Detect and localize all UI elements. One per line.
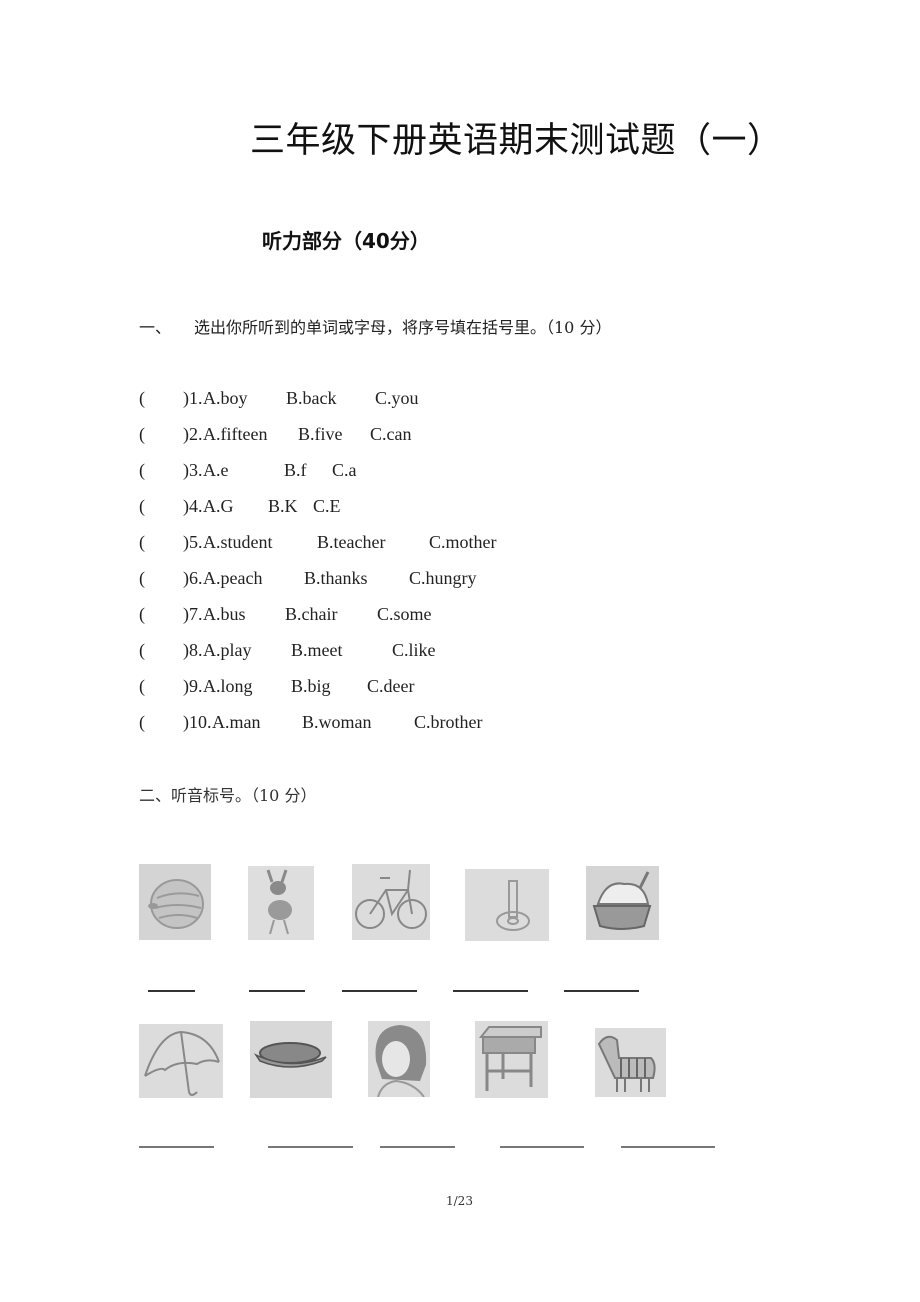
option-a: A.fifteen: [203, 424, 268, 444]
bicycle-picture: [352, 864, 430, 940]
question-number: 3: [189, 460, 198, 480]
answer-blank[interactable]: [139, 1146, 214, 1148]
option-c: C.some: [377, 604, 432, 624]
answer-bracket[interactable]: (: [139, 640, 145, 661]
answer-blank[interactable]: [500, 1146, 584, 1148]
option-b: B.teacher: [317, 532, 386, 552]
section1-text: 选出你所听到的单词或字母，将序号填在括号里。（10 分）: [194, 318, 612, 337]
option-c: C.a: [332, 460, 357, 480]
option-c: C.hungry: [409, 568, 477, 588]
answer-bracket[interactable]: (: [139, 388, 145, 409]
page-title: 三年级下册英语期末测试题（一）: [250, 121, 783, 161]
answer-bracket[interactable]: (: [139, 568, 145, 589]
option-b: B.meet: [291, 640, 343, 660]
woman-picture: [368, 1021, 430, 1097]
section2-instruction: 二、听音标号。（10 分）: [139, 786, 317, 805]
option-a: A.boy: [203, 388, 248, 408]
answer-bracket[interactable]: (: [139, 460, 145, 481]
answer-bracket[interactable]: (: [139, 712, 145, 733]
section-heading-listening: 听力部分（40分）: [262, 229, 430, 253]
hamburger-picture: [250, 1021, 332, 1098]
question-number: 10: [189, 712, 207, 732]
option-c: C.mother: [429, 532, 497, 552]
answer-blank[interactable]: [148, 990, 195, 992]
option-b: B.back: [286, 388, 337, 408]
section1-number: 一、: [139, 318, 172, 337]
option-b: B.woman: [302, 712, 372, 732]
section1-instruction: 一、 选出你所听到的单词或字母，将序号填在括号里。（10 分）: [139, 314, 611, 338]
option-b: B.thanks: [304, 568, 368, 588]
option-b: B.big: [291, 676, 331, 696]
answer-blank[interactable]: [564, 990, 639, 992]
answer-bracket[interactable]: (: [139, 532, 145, 553]
question-number: 6: [189, 568, 198, 588]
option-c: C.deer: [367, 676, 415, 696]
question-number: 7: [189, 604, 198, 624]
option-a: A.peach: [203, 568, 263, 588]
option-c: C.like: [392, 640, 436, 660]
answer-blank[interactable]: [621, 1146, 715, 1148]
answer-blank[interactable]: [268, 1146, 353, 1148]
answer-blank[interactable]: [342, 990, 417, 992]
ant-picture: [248, 866, 314, 940]
option-c: C.E: [313, 496, 341, 516]
umbrella-picture: [139, 1024, 223, 1098]
desk-picture: [475, 1021, 548, 1098]
answer-bracket[interactable]: (: [139, 424, 145, 445]
option-a: A.bus: [203, 604, 246, 624]
watermelon-picture: [139, 864, 211, 940]
ice-cream-picture: [586, 866, 659, 940]
option-b: B.chair: [285, 604, 338, 624]
option-c: C.brother: [414, 712, 483, 732]
answer-blank[interactable]: [453, 990, 528, 992]
answer-blank[interactable]: [380, 1146, 455, 1148]
page-number: 1/23: [446, 1194, 473, 1208]
answer-bracket[interactable]: (: [139, 676, 145, 697]
option-a: A.G: [203, 496, 234, 516]
question-number: 1: [189, 388, 198, 408]
question-number: 4: [189, 496, 198, 516]
question-number: 9: [189, 676, 198, 696]
option-a: A.play: [203, 640, 252, 660]
option-a: A.long: [203, 676, 253, 696]
option-c: C.you: [375, 388, 419, 408]
key-picture: [465, 869, 549, 941]
option-a: A.e: [203, 460, 229, 480]
option-b: B.f: [284, 460, 307, 480]
zebra-picture: [595, 1028, 666, 1097]
option-a: A.man: [212, 712, 261, 732]
option-b: B.K: [268, 496, 298, 516]
question-number: 2: [189, 424, 198, 444]
option-c: C.can: [370, 424, 412, 444]
question-number: 5: [189, 532, 198, 552]
answer-bracket[interactable]: (: [139, 604, 145, 625]
answer-bracket[interactable]: (: [139, 496, 145, 517]
answer-blank[interactable]: [249, 990, 305, 992]
option-a: A.student: [203, 532, 273, 552]
question-number: 8: [189, 640, 198, 660]
option-b: B.five: [298, 424, 343, 444]
